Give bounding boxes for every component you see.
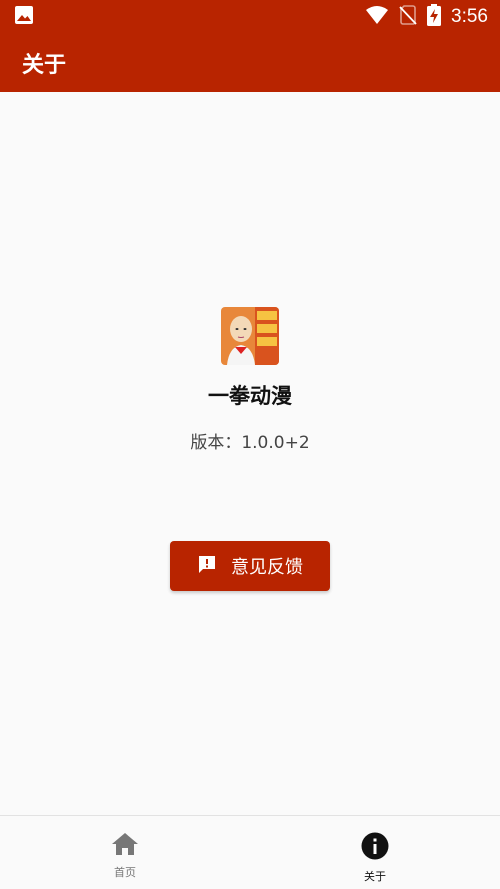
home-icon [111, 832, 139, 860]
bottom-nav: 首页 关于 [0, 815, 500, 889]
status-right: 3:56 [365, 4, 488, 30]
page-title: 关于 [22, 53, 67, 78]
image-icon [14, 5, 34, 29]
battery-charging-icon [427, 4, 442, 30]
feedback-label: 意见反馈 [231, 557, 303, 578]
info-icon [361, 832, 389, 864]
version-row: 版本：1.0.0+2 [0, 428, 500, 453]
status-time: 3:56 [451, 6, 488, 27]
app-name: 一拳动漫 [208, 384, 292, 408]
feedback-button[interactable]: 意见反馈 [170, 541, 330, 591]
version-label: 版本： [190, 433, 242, 453]
no-sim-icon [399, 5, 417, 29]
nav-item-home[interactable]: 首页 [0, 816, 250, 889]
version-value: 1.0.0+2 [241, 433, 310, 453]
app-logo [221, 307, 279, 365]
app-bar: 关于 [0, 34, 500, 92]
nav-label-about: 关于 [364, 870, 386, 883]
status-left [14, 5, 34, 29]
nav-item-about[interactable]: 关于 [250, 816, 500, 889]
status-bar: 3:56 [0, 0, 500, 34]
feedback-icon [197, 554, 217, 578]
nav-label-home: 首页 [114, 866, 136, 879]
about-content: 一拳动漫 版本：1.0.0+2 意见反馈 [0, 92, 500, 815]
wifi-icon [365, 5, 389, 29]
